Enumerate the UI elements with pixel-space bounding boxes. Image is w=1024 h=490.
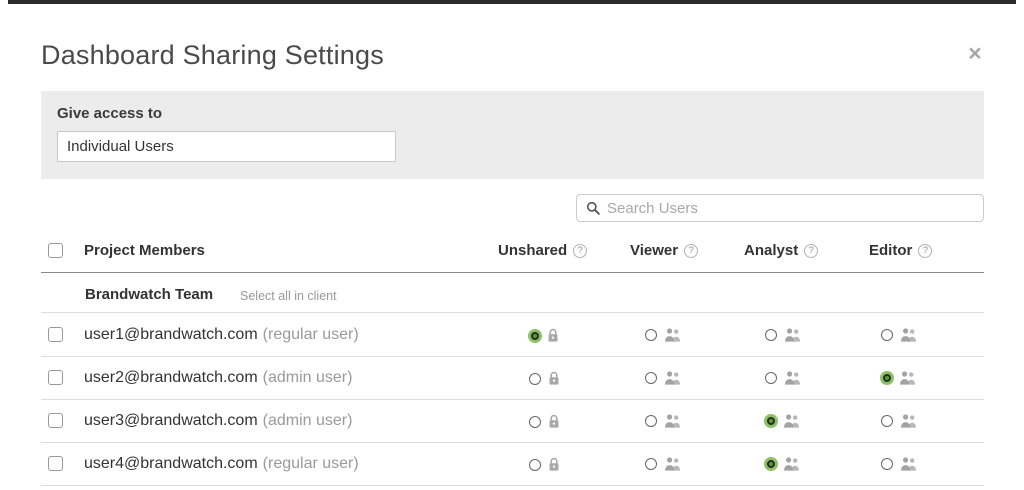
- select-all-in-client-link[interactable]: Select all in client: [240, 289, 337, 303]
- permission-cell-analyst: [765, 371, 802, 385]
- table-header: Project Members Unshared ? Viewer ? Anal…: [41, 232, 984, 273]
- table-row: user1@brandwatch.com (regular user): [41, 314, 984, 357]
- column-label: Unshared: [498, 242, 567, 259]
- lock-icon: [548, 457, 560, 472]
- table-row: user4@brandwatch.com (regular user): [41, 443, 984, 486]
- people-icon: [783, 457, 801, 471]
- people-icon: [783, 414, 801, 428]
- table-row: user3@brandwatch.com (admin user): [41, 400, 984, 443]
- radio-analyst[interactable]: [765, 372, 777, 384]
- radio-unshared[interactable]: [529, 416, 541, 428]
- lock-icon: [548, 414, 560, 429]
- permission-cell-analyst: [765, 414, 801, 428]
- permission-cell-viewer: [645, 457, 682, 471]
- people-icon: [664, 414, 682, 428]
- radio-unshared[interactable]: [529, 459, 541, 471]
- give-access-label: Give access to: [57, 105, 162, 122]
- radio-unshared[interactable]: [529, 373, 541, 385]
- permission-cell-editor: [881, 457, 918, 471]
- permission-cell-unshared: [529, 328, 559, 343]
- top-border-line: [8, 0, 1016, 4]
- permission-cell-viewer: [645, 414, 682, 428]
- give-access-panel: Give access to Individual Users: [41, 91, 984, 179]
- radio-viewer[interactable]: [645, 458, 657, 470]
- people-icon: [899, 371, 917, 385]
- radio-editor[interactable]: [881, 329, 893, 341]
- members-header: Project Members: [84, 242, 205, 259]
- permission-cell-analyst: [765, 457, 801, 471]
- group-name: Brandwatch Team: [85, 286, 213, 303]
- group-row-brandwatch-team: Brandwatch Team Select all in client: [41, 274, 984, 313]
- column-label: Editor: [869, 242, 912, 259]
- people-icon: [900, 328, 918, 342]
- column-header-editor: Editor ?: [869, 242, 932, 259]
- member-email: user2@brandwatch.com: [84, 369, 258, 386]
- lock-icon: [547, 328, 559, 343]
- search-input[interactable]: [607, 196, 983, 220]
- row-checkbox[interactable]: [48, 456, 63, 471]
- member-email: user3@brandwatch.com: [84, 412, 258, 429]
- member-email: user1@brandwatch.com: [84, 326, 258, 343]
- radio-editor[interactable]: [883, 374, 891, 382]
- help-icon[interactable]: ?: [918, 244, 932, 258]
- radio-unshared[interactable]: [531, 332, 539, 340]
- people-icon: [784, 328, 802, 342]
- radio-viewer[interactable]: [645, 372, 657, 384]
- radio-editor[interactable]: [881, 415, 893, 427]
- page-title: Dashboard Sharing Settings: [41, 40, 384, 71]
- radio-analyst[interactable]: [767, 417, 775, 425]
- row-checkbox[interactable]: [48, 413, 63, 428]
- column-label: Analyst: [744, 242, 798, 259]
- permission-cell-viewer: [645, 328, 682, 342]
- people-icon: [900, 457, 918, 471]
- member-role: (regular user): [263, 455, 359, 472]
- column-header-unshared: Unshared ?: [498, 242, 587, 259]
- help-icon[interactable]: ?: [804, 244, 818, 258]
- people-icon: [664, 457, 682, 471]
- table-row: user2@brandwatch.com (admin user): [41, 357, 984, 400]
- help-icon[interactable]: ?: [573, 244, 587, 258]
- member-rows: user1@brandwatch.com (regular user) user2@…: [41, 314, 984, 486]
- member-role: (regular user): [263, 326, 359, 343]
- row-checkbox[interactable]: [48, 370, 63, 385]
- member-name: user1@brandwatch.com (regular user): [84, 326, 359, 344]
- lock-icon: [548, 371, 560, 386]
- member-role: (admin user): [263, 412, 353, 429]
- people-icon: [900, 414, 918, 428]
- people-icon: [664, 371, 682, 385]
- column-header-analyst: Analyst ?: [744, 242, 818, 259]
- permission-cell-unshared: [529, 371, 560, 386]
- radio-editor[interactable]: [881, 458, 893, 470]
- search-icon: [586, 201, 600, 215]
- column-label: Viewer: [630, 242, 678, 259]
- dashboard-sharing-dialog: Dashboard Sharing Settings × Give access…: [0, 0, 1024, 490]
- search-users-box[interactable]: [576, 194, 984, 222]
- people-icon: [664, 328, 682, 342]
- permission-cell-unshared: [529, 457, 560, 472]
- permission-cell-unshared: [529, 414, 560, 429]
- radio-analyst[interactable]: [767, 460, 775, 468]
- people-icon: [784, 371, 802, 385]
- access-type-select[interactable]: Individual Users: [57, 131, 396, 162]
- permission-cell-editor: [881, 414, 918, 428]
- radio-viewer[interactable]: [645, 415, 657, 427]
- permission-cell-analyst: [765, 328, 802, 342]
- radio-viewer[interactable]: [645, 329, 657, 341]
- permission-cell-editor: [881, 371, 917, 385]
- radio-analyst[interactable]: [765, 329, 777, 341]
- permission-cell-editor: [881, 328, 918, 342]
- column-header-viewer: Viewer ?: [630, 242, 698, 259]
- member-name: user4@brandwatch.com (regular user): [84, 455, 359, 473]
- member-email: user4@brandwatch.com: [84, 455, 258, 472]
- permission-cell-viewer: [645, 371, 682, 385]
- help-icon[interactable]: ?: [684, 244, 698, 258]
- member-name: user3@brandwatch.com (admin user): [84, 412, 352, 430]
- close-icon[interactable]: ×: [958, 38, 992, 68]
- member-role: (admin user): [263, 369, 353, 386]
- member-name: user2@brandwatch.com (admin user): [84, 369, 352, 387]
- row-checkbox[interactable]: [48, 327, 63, 342]
- select-all-checkbox[interactable]: [48, 243, 63, 258]
